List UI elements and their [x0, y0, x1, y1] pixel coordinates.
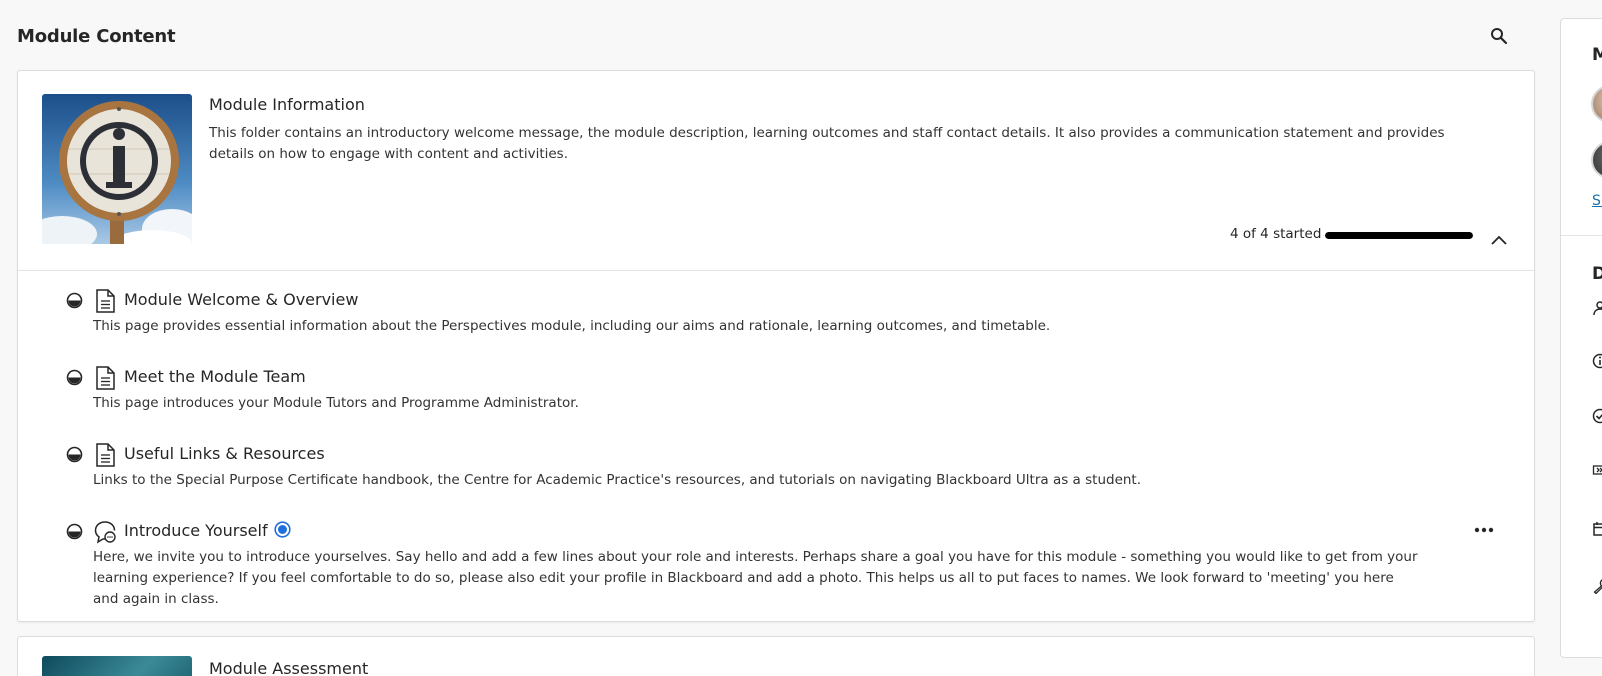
calendar-icon[interactable]	[1592, 521, 1602, 537]
people-icon[interactable]	[1592, 300, 1602, 316]
item-description: This page introduces your Module Tutors …	[93, 395, 579, 411]
chevron-up-icon	[1491, 235, 1507, 245]
document-icon	[96, 443, 115, 467]
document-icon	[96, 366, 115, 390]
progress-bar	[1325, 232, 1473, 239]
info-icon[interactable]	[1592, 353, 1602, 369]
divider	[1561, 235, 1602, 236]
progress-status-icon	[66, 369, 83, 386]
side-panel: M Sh D	[1560, 18, 1602, 658]
discussion-icon	[94, 521, 116, 544]
page: Module Content Module Information This f…	[0, 0, 1602, 676]
new-activity-icon	[273, 521, 291, 538]
forward-icon[interactable]	[1592, 462, 1602, 478]
next-folder-thumbnail	[42, 656, 192, 676]
document-icon	[96, 289, 115, 313]
page-title: Module Content	[17, 26, 176, 47]
more-horizontal-icon	[1474, 527, 1494, 533]
item-title[interactable]: Module Welcome & Overview	[124, 290, 358, 309]
search-button[interactable]	[1490, 27, 1510, 47]
wrench-icon[interactable]	[1592, 578, 1602, 594]
check-circle-icon[interactable]	[1592, 408, 1602, 424]
item-description: This page provides essential information…	[93, 318, 1051, 334]
folder-title[interactable]: Module Information	[209, 95, 365, 114]
collapse-button[interactable]	[1490, 231, 1508, 245]
progress-label: 4 of 4 started	[1230, 226, 1322, 242]
folder-description: This folder contains an introductory wel…	[209, 125, 1445, 162]
item-description: Links to the Special Purpose Certificate…	[93, 472, 1142, 488]
side-panel-section-title: D	[1592, 264, 1602, 284]
module-folder-card: Module Information This folder contains …	[17, 70, 1535, 622]
avatar[interactable]	[1591, 85, 1602, 123]
progress-status-icon	[66, 292, 83, 309]
progress-status-icon	[66, 523, 83, 540]
more-options-button[interactable]	[1474, 518, 1494, 533]
next-folder-card[interactable]: Module Assessment	[17, 636, 1535, 676]
avatar[interactable]	[1591, 141, 1602, 179]
progress-bar-fill	[1325, 232, 1473, 239]
item-title-text: Introduce Yourself	[124, 521, 268, 540]
item-title[interactable]: Introduce Yourself	[124, 521, 291, 540]
next-folder-title[interactable]: Module Assessment	[209, 659, 368, 676]
item-title[interactable]: Useful Links & Resources	[124, 444, 325, 463]
item-description: Here, we invite you to introduce yoursel…	[93, 549, 1418, 607]
folder-thumbnail	[42, 94, 192, 244]
show-all-link[interactable]: Sh	[1592, 193, 1602, 209]
item-title[interactable]: Meet the Module Team	[124, 367, 306, 386]
progress-status-icon	[66, 446, 83, 463]
side-panel-title: M	[1592, 45, 1602, 65]
folder-header[interactable]: Module Information This folder contains …	[18, 71, 1534, 271]
search-icon	[1491, 28, 1508, 45]
